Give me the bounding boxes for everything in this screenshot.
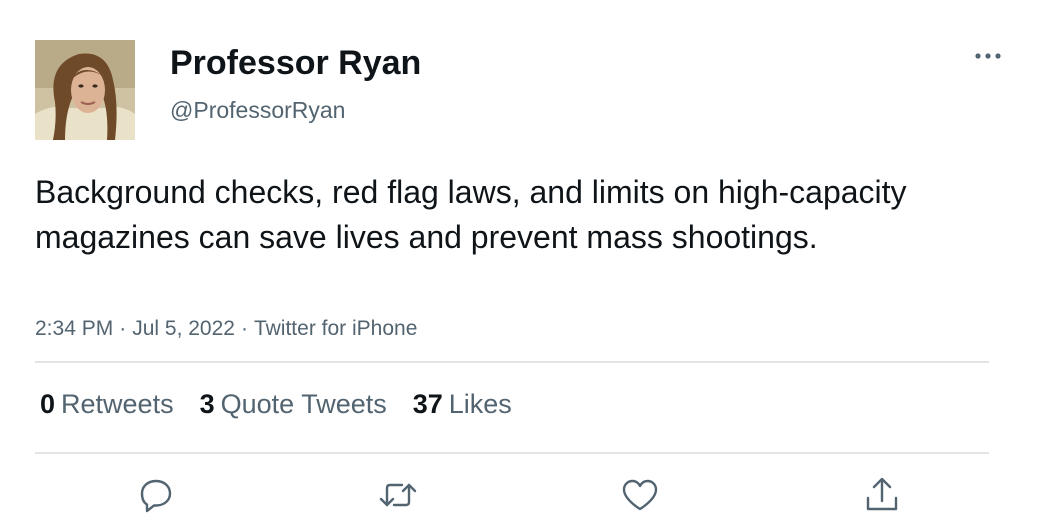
avatar[interactable] — [35, 40, 135, 140]
heart-icon — [622, 479, 658, 511]
avatar-photo — [35, 40, 135, 140]
likes-label: Likes — [448, 389, 512, 419]
meta-separator: · — [240, 317, 248, 340]
tweet-text: Background checks, red flag laws, and li… — [35, 174, 907, 255]
divider — [35, 361, 989, 363]
display-name[interactable]: Professor Ryan — [170, 40, 421, 86]
share-icon — [866, 477, 898, 511]
reply-button[interactable] — [135, 474, 177, 516]
retweets-count: 0 — [40, 389, 56, 419]
divider — [35, 452, 989, 454]
tweet-time[interactable]: 2:34 PM — [35, 317, 113, 340]
tweet-stats: 0 Retweets 3 Quote Tweets 37 Likes — [40, 383, 538, 425]
like-button[interactable] — [619, 474, 661, 516]
retweet-icon — [379, 483, 417, 507]
retweets-stat[interactable]: 0 Retweets — [40, 383, 174, 425]
retweets-label: Retweets — [61, 389, 174, 419]
likes-count: 37 — [412, 389, 443, 419]
more-options-button[interactable] — [968, 40, 1008, 72]
user-handle[interactable]: @ProfessorRyan — [170, 94, 345, 126]
more-horizontal-icon — [975, 53, 1001, 59]
reply-icon — [140, 479, 172, 513]
tweet-date[interactable]: Jul 5, 2022 — [132, 317, 235, 340]
tweet-source[interactable]: Twitter for iPhone — [254, 317, 417, 340]
share-button[interactable] — [861, 474, 903, 516]
quote-tweets-label: Quote Tweets — [220, 389, 387, 419]
retweet-button[interactable] — [377, 474, 419, 516]
quote-tweets-stat[interactable]: 3 Quote Tweets — [200, 383, 387, 425]
tweet-detail: Professor Ryan @ProfessorRyan Background… — [0, 0, 1050, 525]
meta-separator: · — [119, 317, 127, 340]
likes-stat[interactable]: 37 Likes — [413, 383, 512, 425]
tweet-metadata: 2:34 PM · Jul 5, 2022 · Twitter for iPhone — [35, 314, 417, 344]
quote-tweets-count: 3 — [199, 389, 215, 419]
